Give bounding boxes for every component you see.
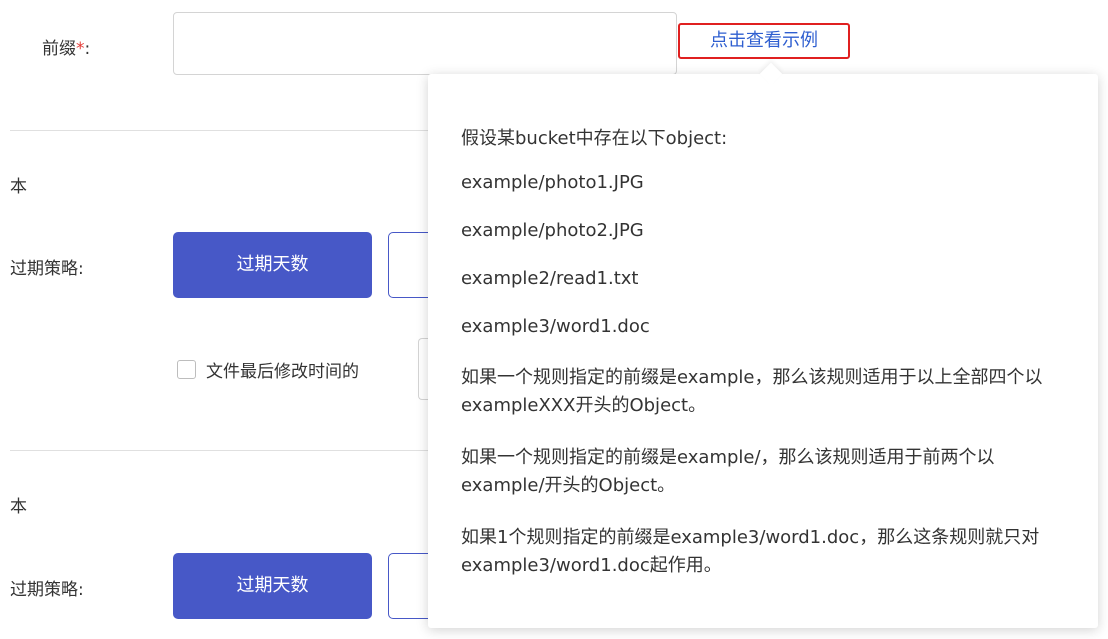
divider — [10, 130, 440, 131]
object-item: example3/word1.doc — [461, 316, 650, 337]
last-modified-checkbox[interactable] — [177, 359, 196, 379]
popover-explanation: 如果一个规则指定的前缀是example，那么该规则适用于以上全部四个以examp… — [461, 367, 1043, 416]
required-mark: * — [76, 39, 85, 59]
object-item: example2/read1.txt — [461, 268, 639, 289]
view-example-link[interactable]: 点击查看示例 — [678, 23, 850, 59]
object-item: example/photo1.JPG — [461, 172, 644, 193]
divider — [10, 450, 440, 451]
popover-explanation: 如果一个规则指定的前缀是example/，那么该规则适用于前两个以example… — [461, 447, 995, 496]
expiry-policy-label: 过期策略: — [10, 580, 84, 600]
expiry-policy-label: 过期策略: — [10, 259, 84, 279]
last-modified-row: 文件最后修改时间的 — [177, 354, 359, 384]
prefix-label: 前缀*: — [42, 39, 91, 59]
section-partial-label: 本 — [10, 497, 27, 517]
popover-intro: 假设某bucket中存在以下object: — [461, 128, 728, 149]
object-item: example/photo2.JPG — [461, 220, 644, 241]
last-modified-label: 文件最后修改时间的 — [206, 361, 359, 382]
expiry-days-button[interactable]: 过期天数 — [173, 232, 372, 298]
section-partial-label: 本 — [10, 177, 27, 197]
popover-explanation: 如果1个规则指定的前缀是example3/word1.doc，那么这条规则就只对… — [461, 527, 1040, 576]
expiry-days-button[interactable]: 过期天数 — [173, 553, 372, 619]
prefix-input[interactable] — [173, 12, 677, 75]
